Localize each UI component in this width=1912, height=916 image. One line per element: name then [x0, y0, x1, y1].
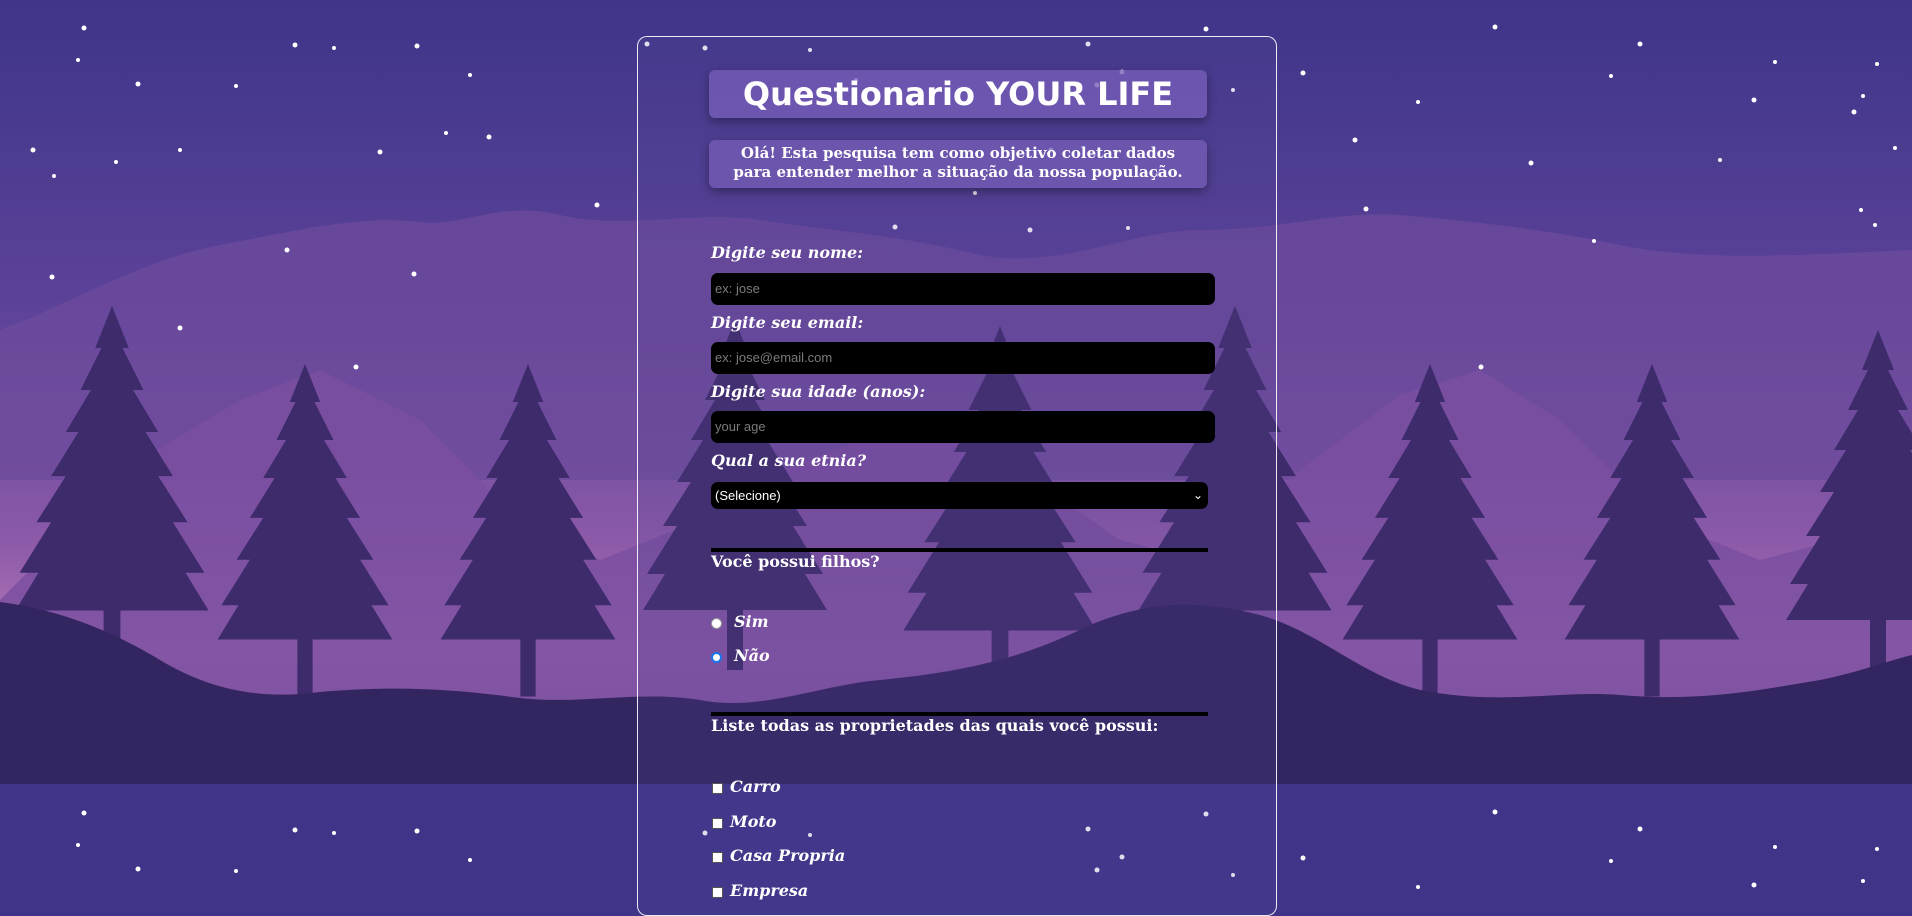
radio-sim-label: Sim — [734, 612, 769, 631]
name-placeholder: ex: jose — [715, 281, 760, 296]
ethnicity-label: Qual a sua etnia? — [711, 451, 867, 470]
checkbox-casa-propria[interactable] — [712, 852, 723, 863]
name-label: Digite seu nome: — [711, 243, 864, 262]
radio-nao[interactable] — [711, 652, 722, 663]
chevron-down-icon: ⌄ — [1192, 488, 1203, 502]
email-input[interactable]: ex: jose@email.com — [711, 342, 1215, 374]
checkbox-moto[interactable] — [712, 818, 723, 829]
survey-panel: Questionario YOUR LIFE Olá! Esta pesquis… — [637, 36, 1277, 916]
age-placeholder: your age — [715, 419, 766, 434]
checkbox-empresa[interactable] — [712, 887, 723, 898]
email-placeholder: ex: jose@email.com — [715, 350, 833, 365]
radio-nao-label: Não — [734, 646, 770, 665]
radio-sim[interactable] — [711, 618, 722, 629]
email-label: Digite seu email: — [711, 313, 864, 332]
intro-text: Olá! Esta pesquisa tem como objetivo col… — [709, 140, 1207, 188]
checkbox-carro[interactable] — [712, 783, 723, 794]
checkbox-empresa-label: Empresa — [730, 881, 809, 900]
ethnicity-select[interactable]: (Selecione) ⌄ — [711, 482, 1208, 509]
checkbox-moto-label: Moto — [730, 812, 777, 831]
age-input[interactable]: your age — [711, 411, 1215, 443]
name-input[interactable]: ex: jose — [711, 273, 1215, 305]
checkbox-carro-label: Carro — [730, 777, 781, 796]
checkbox-casa-propria-label: Casa Propria — [730, 846, 846, 865]
age-label: Digite sua idade (anos): — [711, 382, 926, 401]
page-title: Questionario YOUR LIFE — [709, 70, 1207, 118]
children-question: Você possui filhos? — [711, 552, 880, 571]
properties-question: Liste todas as proprietades das quais vo… — [711, 716, 1159, 735]
ethnicity-selected-value: (Selecione) — [715, 488, 781, 503]
